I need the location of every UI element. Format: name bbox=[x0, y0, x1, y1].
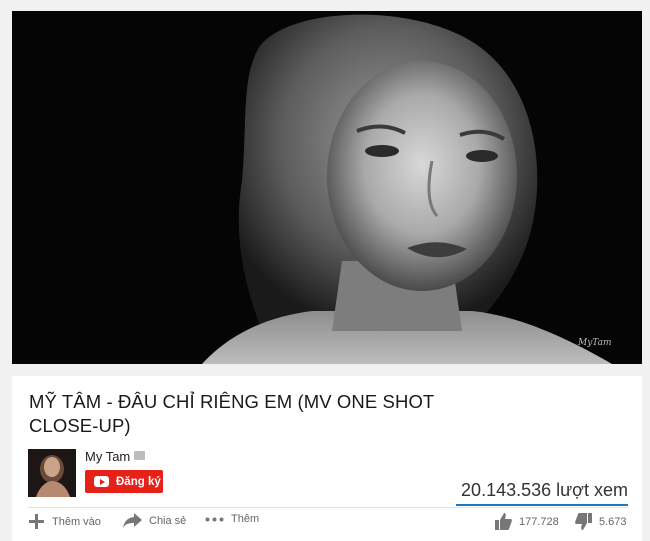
share-arrow-icon bbox=[123, 513, 142, 528]
video-watermark: MyTam bbox=[577, 338, 612, 348]
video-title: MỸ TÂM - ĐÂU CHỈ RIÊNG EM (MV ONE SHOT C… bbox=[29, 391, 435, 436]
avatar-image bbox=[28, 449, 76, 497]
youtube-logo-icon bbox=[94, 476, 109, 487]
share-button[interactable]: Chia sẻ bbox=[123, 513, 186, 528]
more-label: Thêm bbox=[231, 513, 260, 525]
subscribe-label: Đăng ký bbox=[116, 475, 161, 488]
more-button[interactable]: Thêm bbox=[205, 513, 259, 525]
add-to-label: Thêm vào bbox=[52, 515, 101, 528]
thumbs-up-icon bbox=[495, 513, 512, 530]
share-label: Chia sẻ bbox=[149, 514, 187, 527]
like-button[interactable]: 177.728 bbox=[495, 513, 559, 530]
like-count: 177.728 bbox=[519, 515, 559, 528]
plus-icon bbox=[29, 514, 44, 529]
channel-avatar[interactable] bbox=[28, 449, 76, 497]
dislike-button[interactable]: 5.673 bbox=[575, 513, 627, 530]
video-info-panel: MỸ TÂM - ĐÂU CHỈ RIÊNG EM (MV ONE SHOT C… bbox=[12, 376, 642, 541]
add-to-button[interactable]: Thêm vào bbox=[28, 513, 101, 530]
divider bbox=[28, 507, 628, 508]
thumbs-down-icon bbox=[575, 513, 592, 530]
more-dots-icon bbox=[205, 517, 224, 521]
video-player[interactable]: MyTam bbox=[12, 11, 642, 364]
video-thumbnail: MyTam bbox=[12, 11, 642, 364]
dislike-count: 5.673 bbox=[599, 515, 627, 528]
verified-badge-icon bbox=[134, 451, 145, 460]
sentiment-bar bbox=[456, 504, 628, 506]
subscribe-button[interactable]: Đăng ký bbox=[85, 470, 163, 493]
channel-name[interactable]: My Tam bbox=[85, 449, 130, 464]
view-count: 20.143.536 lượt xem bbox=[461, 480, 628, 500]
